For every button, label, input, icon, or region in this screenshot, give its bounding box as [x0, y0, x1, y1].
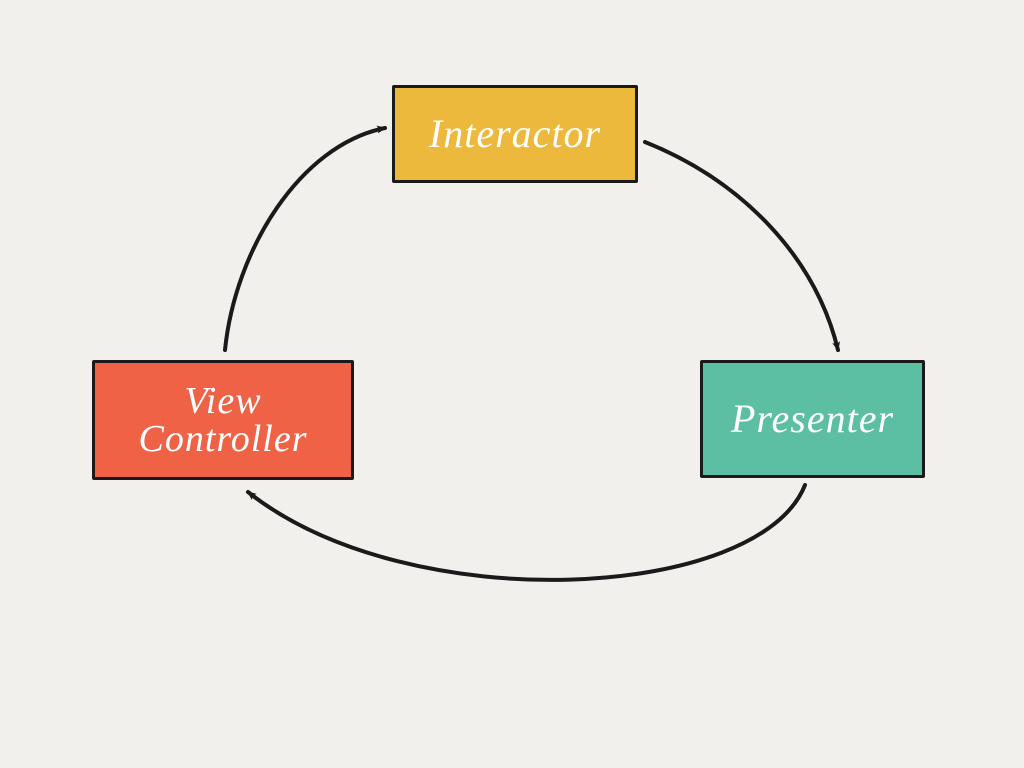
node-presenter: Presenter: [700, 360, 925, 478]
arrow-vc-to-interactor: [225, 128, 385, 350]
node-view-controller: View Controller: [92, 360, 354, 480]
node-interactor: Interactor: [392, 85, 638, 183]
node-presenter-label: Presenter: [731, 399, 894, 439]
node-interactor-label: Interactor: [429, 114, 601, 154]
arrow-presenter-to-vc: [248, 485, 805, 580]
arrow-interactor-to-presenter: [645, 142, 838, 350]
vip-cycle-diagram: Interactor View Controller Presenter: [0, 0, 1024, 768]
node-view-controller-label: View Controller: [105, 382, 341, 458]
